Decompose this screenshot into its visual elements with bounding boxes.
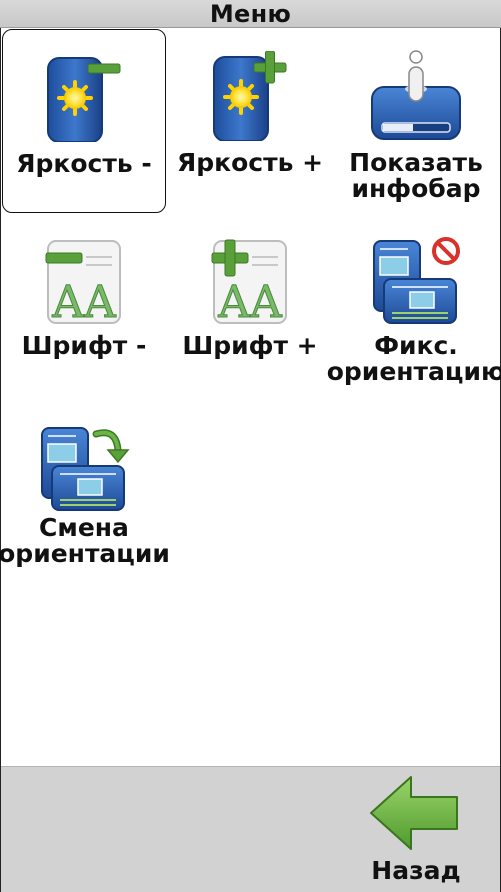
menu-item-font-minus[interactable]: AA Шрифт - [2,215,166,399]
back-label: Назад [371,856,461,885]
font-minus-icon: AA [45,240,121,325]
menu-item-brightness-minus[interactable]: Яркость - [2,29,166,213]
brightness-minus-icon [47,57,121,142]
menu-item-label: Фикс. [374,331,458,360]
menu-item-label: Яркость + [176,148,324,177]
font-plus-icon: AA [211,239,287,325]
back-arrow-icon [370,776,458,850]
svg-text:AA: AA [51,277,117,325]
title-bar: Меню [0,0,501,28]
back-button[interactable]: Назад [356,768,476,890]
fix-orientation-icon [373,237,460,324]
menu-item-label: Смена [39,513,129,542]
menu-item-label: Показать [349,148,483,177]
menu-item-label: ориентации [0,539,170,568]
menu-item-label: Шрифт + [182,331,318,360]
menu-item-label: ориентацию [326,357,501,386]
show-infobar-icon [371,50,461,140]
menu-item-label: Шрифт - [21,331,147,360]
rotate-orientation-icon [41,427,130,511]
brightness-plus-icon [213,51,287,141]
menu-item-brightness-plus[interactable]: Яркость + [168,29,332,213]
menu-item-label: Яркость - [16,149,152,178]
svg-text:AA: AA [217,277,283,325]
menu-item-label: инфобар [351,174,481,203]
menu-item-font-plus[interactable]: AA Шрифт + [168,215,332,399]
page-title: Меню [209,0,292,28]
menu-item-fix-orientation[interactable]: Фикс. ориентацию [327,215,501,399]
menu-item-show-infobar[interactable]: Показать инфобар [334,29,498,213]
menu-item-rotate-orientation[interactable]: Смена ориентации [0,402,170,586]
